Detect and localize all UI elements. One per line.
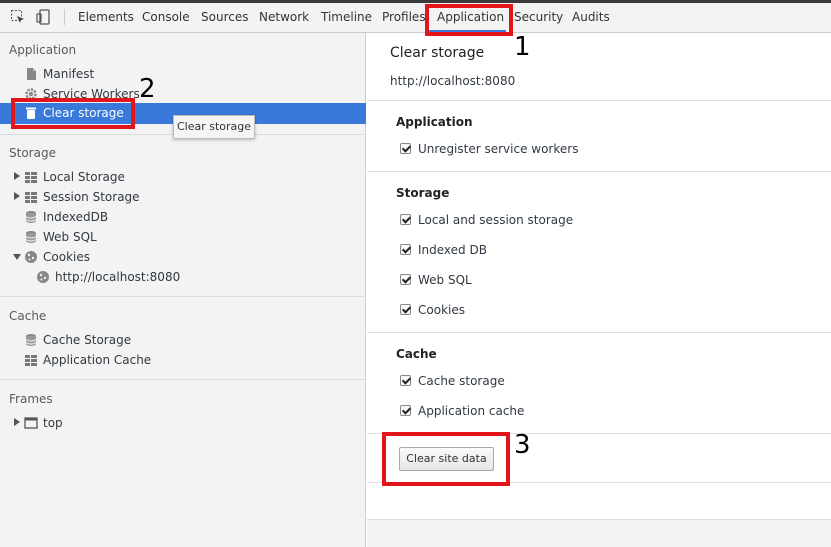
checkbox-checked-icon[interactable] [400,304,411,315]
sidebar-item-label: Manifest [43,67,95,81]
section-title-frames: Frames [9,392,53,406]
group-divider [367,171,831,172]
cookie-icon [36,270,50,284]
sidebar-item-cookies[interactable]: Cookies [0,247,366,267]
sidebar-item-manifest[interactable]: Manifest [0,64,366,84]
checkbox-checked-icon[interactable] [400,214,411,225]
annotation-number-3: 3 [514,430,531,460]
page-title: Clear storage [390,45,485,61]
section-title-application: Application [9,43,77,57]
tab-sources[interactable]: Sources [201,9,248,25]
expand-arrow-icon[interactable] [14,192,20,200]
sidebar-item-label: Cookies [43,250,90,264]
sidebar-item-cookie-origin[interactable]: http://localhost:8080 [0,267,366,287]
section-divider [0,296,366,297]
section-divider [0,379,366,380]
group-divider [367,100,831,101]
expand-arrow-icon[interactable] [14,418,20,426]
checkbox-checked-icon[interactable] [400,405,411,416]
sidebar-item-label: Cache Storage [43,333,132,347]
checkbox-checked-icon[interactable] [400,274,411,285]
tab-console[interactable]: Console [142,9,190,25]
database-icon [24,230,38,244]
annotation-box-application-tab [425,4,513,36]
collapse-arrow-icon[interactable] [13,254,21,260]
checkbox-label: Unregister service workers [418,142,579,156]
annotation-number-1: 1 [514,32,531,62]
grid-icon [24,170,38,184]
sidebar-item-label: Local Storage [43,170,125,184]
database-icon [24,333,38,347]
group-title-storage: Storage [396,186,450,200]
sidebar-item-label: IndexedDB [43,210,109,224]
tab-profiles[interactable]: Profiles [382,9,426,25]
sidebar-item-web-sql[interactable]: Web SQL [0,227,366,247]
group-title-application: Application [396,115,473,129]
panel-footer [367,519,831,547]
annotation-box-clear-storage [11,98,135,129]
checkbox-checked-icon[interactable] [400,143,411,154]
checkbox-checked-icon[interactable] [400,244,411,255]
tab-security[interactable]: Security [514,9,563,25]
devtools-toolbar: Elements Console Sources Network Timelin… [0,0,831,33]
sidebar-item-label: top [43,416,63,430]
sidebar-item-indexeddb[interactable]: IndexedDB [0,207,366,227]
group-title-cache: Cache [396,347,437,361]
tab-timeline[interactable]: Timeline [321,9,372,25]
inspect-element-icon[interactable] [10,9,26,25]
section-title-cache: Cache [9,309,47,323]
sidebar-item-label: Web SQL [43,230,97,244]
frame-icon [24,416,38,430]
toolbar-top-edge [0,0,831,3]
group-divider [367,332,831,333]
toolbar-separator [64,9,65,25]
sidebar-item-label: Session Storage [43,190,140,204]
grid-icon [24,353,38,367]
checkbox-label: Cookies [418,303,465,317]
cookie-icon [24,250,38,264]
checkbox-label: Local and session storage [418,213,574,227]
tab-network[interactable]: Network [259,9,309,25]
sidebar-item-cache-storage[interactable]: Cache Storage [0,330,366,350]
checkbox-label: Cache storage [418,374,505,388]
checkbox-checked-icon[interactable] [400,375,411,386]
sidebar-item-frame-top[interactable]: top [0,413,366,433]
grid-icon [24,190,38,204]
sidebar-item-application-cache[interactable]: Application Cache [0,350,366,370]
expand-arrow-icon[interactable] [14,172,20,180]
tab-audits[interactable]: Audits [572,9,610,25]
annotation-number-2: 2 [139,74,156,104]
database-icon [24,210,38,224]
annotation-box-clear-site-data [382,432,510,486]
checkbox-label: Web SQL [418,273,472,287]
checkbox-label: Indexed DB [418,243,487,257]
clear-storage-tooltip: Clear storage [173,115,255,139]
sidebar-item-session-storage[interactable]: Session Storage [0,187,366,207]
sidebar-item-label: http://localhost:8080 [55,270,181,284]
sidebar-item-label: Application Cache [43,353,152,367]
section-title-storage: Storage [9,146,56,160]
origin-url: http://localhost:8080 [390,74,516,88]
document-icon [24,67,38,81]
sidebar-item-local-storage[interactable]: Local Storage [0,167,366,187]
checkbox-label: Application cache [418,404,525,418]
tab-elements[interactable]: Elements [78,9,134,25]
device-mode-icon[interactable] [36,9,52,25]
